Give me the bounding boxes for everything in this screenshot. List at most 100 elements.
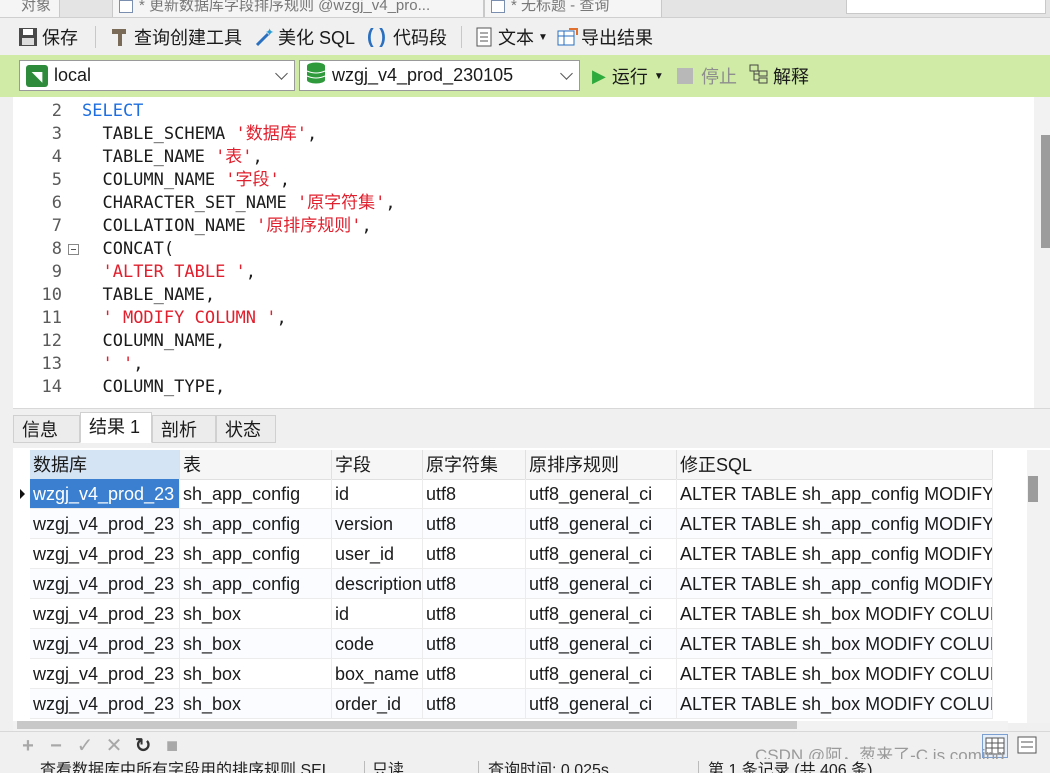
stop-refresh-icon[interactable]: ■ (162, 736, 182, 756)
column-header[interactable]: 原字符集 (423, 450, 526, 480)
table-cell[interactable]: ALTER TABLE sh_box MODIFY COLUI (677, 689, 993, 719)
row-marker[interactable] (13, 539, 30, 569)
fold-toggle-icon[interactable] (68, 244, 79, 255)
export-result-button[interactable]: 导出结果 (557, 24, 653, 50)
table-cell[interactable]: ALTER TABLE sh_app_config MODIFY (677, 569, 993, 599)
table-cell[interactable]: utf8_general_ci (526, 659, 677, 689)
table-cell[interactable]: description (332, 569, 423, 599)
table-cell[interactable]: box_name (332, 659, 423, 689)
tab-profile[interactable]: 剖析 (152, 415, 216, 443)
code-snippet-button[interactable]: ( ) 代码段 (367, 24, 447, 50)
table-cell[interactable]: utf8 (423, 659, 526, 689)
apply-check-icon[interactable]: ✓ (75, 736, 95, 756)
table-row[interactable]: wzgj_v4_prod_23 sh_box order_id utf8 utf8_ge… (13, 689, 1023, 719)
table-cell[interactable]: ALTER TABLE sh_box MODIFY COLUI (677, 659, 993, 689)
table-cell[interactable]: ALTER TABLE sh_box MODIFY COLUI (677, 629, 993, 659)
table-row[interactable]: wzgj_v4_prod_23 sh_box id utf8 utf8_general_… (13, 599, 1023, 629)
database-select[interactable]: wzgj_v4_prod_230105 (299, 60, 580, 91)
row-marker[interactable] (13, 689, 30, 719)
row-marker[interactable] (13, 599, 30, 629)
tab-result-1[interactable]: 结果 1 (80, 412, 152, 443)
table-cell[interactable]: id (332, 599, 423, 629)
scrollbar-thumb[interactable] (1041, 135, 1050, 248)
table-cell[interactable]: id (332, 479, 423, 509)
stop-button[interactable]: 停止 (677, 63, 737, 89)
table-cell[interactable]: utf8 (423, 569, 526, 599)
table-cell[interactable]: utf8 (423, 479, 526, 509)
table-cell[interactable]: utf8_general_ci (526, 539, 677, 569)
table-cell[interactable]: ALTER TABLE sh_box MODIFY COLUI (677, 599, 993, 629)
table-cell[interactable]: utf8 (423, 509, 526, 539)
column-header[interactable]: 表 (180, 450, 332, 480)
table-cell[interactable]: sh_app_config (180, 569, 332, 599)
discard-x-icon[interactable]: ✕ (104, 736, 124, 756)
table-cell[interactable]: utf8_general_ci (526, 629, 677, 659)
table-cell[interactable]: wzgj_v4_prod_23 (30, 509, 180, 539)
form-view-icon[interactable] (1015, 734, 1041, 758)
search-input[interactable] (846, 0, 1046, 14)
table-cell[interactable]: sh_app_config (180, 539, 332, 569)
table-cell[interactable]: wzgj_v4_prod_23 (30, 599, 180, 629)
table-cell[interactable]: ALTER TABLE sh_app_config MODIFY (677, 479, 993, 509)
table-cell[interactable]: wzgj_v4_prod_23 (30, 629, 180, 659)
table-cell[interactable]: wzgj_v4_prod_23 (30, 689, 180, 719)
row-marker[interactable] (13, 509, 30, 539)
grid-scrollbar[interactable] (1027, 450, 1050, 723)
row-marker[interactable] (13, 569, 30, 599)
table-cell[interactable]: ALTER TABLE sh_app_config MODIFY (677, 539, 993, 569)
save-button[interactable]: 保存 (18, 24, 78, 50)
run-button[interactable]: ▶ 运行 ▼ (592, 63, 664, 89)
tab-status[interactable]: 状态 (216, 415, 276, 443)
row-marker[interactable] (13, 629, 30, 659)
text-menu-button[interactable]: 文本 ▼ (474, 24, 548, 50)
table-cell[interactable]: utf8 (423, 689, 526, 719)
column-header[interactable]: 原排序规则 (526, 450, 677, 480)
table-cell[interactable]: utf8 (423, 629, 526, 659)
column-header[interactable]: 字段 (332, 450, 423, 480)
table-cell[interactable]: utf8 (423, 539, 526, 569)
table-cell[interactable]: sh_box (180, 689, 332, 719)
table-cell[interactable]: utf8_general_ci (526, 599, 677, 629)
table-cell[interactable]: sh_box (180, 629, 332, 659)
table-cell[interactable]: wzgj_v4_prod_23 (30, 569, 180, 599)
tab-update-collation-query[interactable]: * 更新数据库字段排序规则 @wzgj_v4_pro... (112, 0, 484, 17)
table-cell[interactable]: sh_app_config (180, 509, 332, 539)
table-row[interactable]: wzgj_v4_prod_23 sh_app_config description u… (13, 569, 1023, 599)
table-cell[interactable]: sh_box (180, 659, 332, 689)
table-cell[interactable]: sh_box (180, 599, 332, 629)
table-cell[interactable]: version (332, 509, 423, 539)
tab-objects[interactable]: 对象 (0, 0, 61, 17)
tab-untitled-query[interactable]: * 无标题 - 查询 (484, 0, 662, 17)
tab-info[interactable]: 信息 (13, 415, 80, 443)
current-row-marker-icon[interactable] (13, 479, 30, 509)
result-grid[interactable]: 数据库表字段 原字符集 原排序规则 修正SQL wzgj_v4_prod_23 sh_a… (13, 448, 1050, 723)
explain-button[interactable]: 解释 (749, 63, 809, 89)
table-cell[interactable]: wzgj_v4_prod_23 (30, 479, 180, 509)
row-marker[interactable] (13, 659, 30, 689)
table-cell[interactable]: utf8_general_ci (526, 689, 677, 719)
grid-horizontal-scrollbar[interactable] (13, 721, 1008, 731)
table-cell[interactable]: utf8_general_ci (526, 509, 677, 539)
table-row[interactable]: wzgj_v4_prod_23 sh_app_config user_id utf8 u… (13, 539, 1023, 569)
add-record-icon[interactable]: + (18, 736, 38, 756)
column-header[interactable]: 数据库 (30, 450, 180, 480)
table-cell[interactable]: utf8_general_ci (526, 479, 677, 509)
refresh-icon[interactable]: ↻ (133, 736, 153, 756)
table-row[interactable]: wzgj_v4_prod_23 sh_box code utf8 utf8_genera… (13, 629, 1023, 659)
editor-scrollbar[interactable] (1034, 97, 1050, 408)
query-builder-button[interactable]: 查询创建工具 (110, 24, 242, 50)
table-cell[interactable]: utf8 (423, 599, 526, 629)
table-cell[interactable]: wzgj_v4_prod_23 (30, 659, 180, 689)
connection-select[interactable]: ◥ local (19, 60, 295, 91)
table-cell[interactable]: order_id (332, 689, 423, 719)
scrollbar-thumb[interactable] (1028, 476, 1038, 502)
table-cell[interactable]: wzgj_v4_prod_23 (30, 539, 180, 569)
table-cell[interactable]: utf8_general_ci (526, 569, 677, 599)
sql-editor[interactable]: 2 SELECT 3 TABLE_SCHEMA '数据库', 4 TABLE_NAME… (13, 97, 1050, 408)
scrollbar-thumb[interactable] (17, 721, 797, 729)
column-header[interactable]: 修正SQL (677, 450, 993, 480)
table-row[interactable]: wzgj_v4_prod_23 sh_app_config id utf8 utf8_g… (13, 479, 1023, 509)
delete-record-icon[interactable]: − (46, 736, 66, 756)
table-cell[interactable]: code (332, 629, 423, 659)
table-cell[interactable]: ALTER TABLE sh_app_config MODIFY (677, 509, 993, 539)
